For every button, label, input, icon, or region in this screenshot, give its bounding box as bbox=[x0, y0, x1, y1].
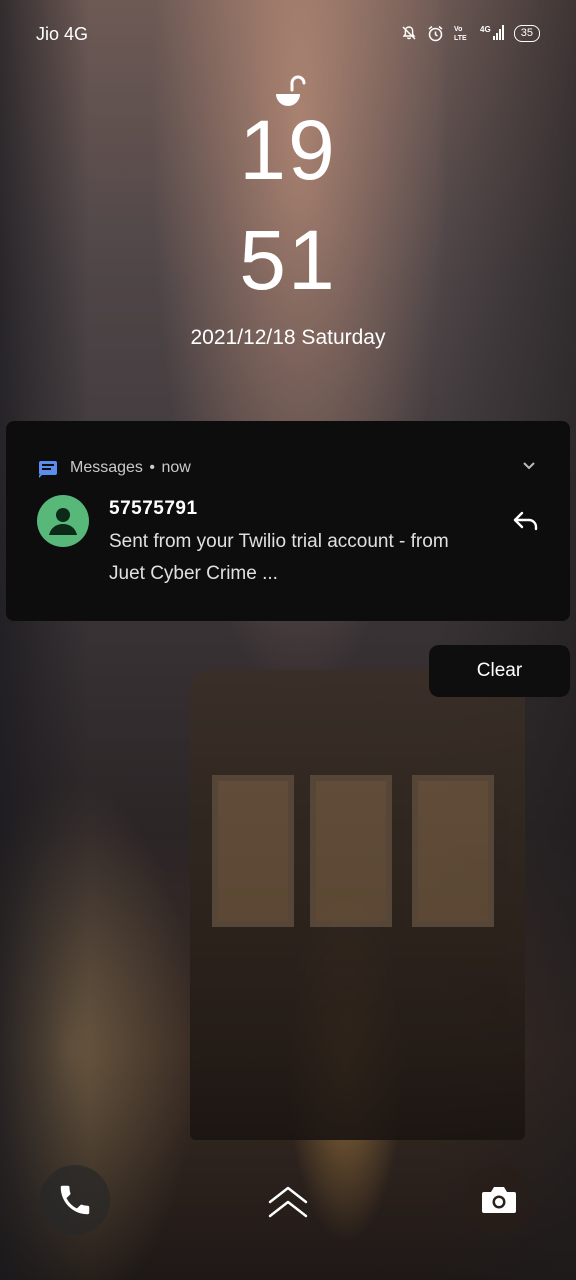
swipe-up-icon[interactable] bbox=[266, 1184, 310, 1220]
notification-sender: 57575791 bbox=[109, 498, 198, 519]
notification-separator: • bbox=[149, 459, 155, 476]
camera-button[interactable] bbox=[464, 1165, 534, 1235]
carrier-label: Jio 4G bbox=[36, 24, 89, 44]
notification-body-line-2: Juet Cyber Crime ... bbox=[109, 563, 278, 584]
mute-bell-icon bbox=[402, 26, 416, 40]
notification-time: now bbox=[161, 459, 191, 476]
clock-minute: 51 bbox=[239, 213, 337, 307]
notification-header: Messages • now bbox=[70, 459, 191, 477]
wallpaper-tram-window bbox=[310, 775, 392, 927]
svg-text:Vo: Vo bbox=[454, 26, 462, 33]
camera-icon bbox=[482, 1187, 516, 1213]
clear-button[interactable]: Clear bbox=[429, 645, 570, 697]
reply-icon[interactable] bbox=[512, 510, 540, 532]
messages-app-icon bbox=[39, 461, 57, 478]
clock-hour: 19 bbox=[239, 103, 337, 197]
person-icon bbox=[49, 508, 77, 535]
wallpaper-tram-window bbox=[412, 775, 494, 927]
status-bar: Jio 4G Vo LTE 4G 35 bbox=[0, 0, 576, 70]
wallpaper-shade-left bbox=[0, 0, 90, 1280]
wallpaper-tram bbox=[190, 670, 525, 1140]
wallpaper-tram-window bbox=[212, 775, 294, 927]
date-label: 2021/12/18 Saturday bbox=[190, 326, 386, 349]
alarm-icon bbox=[428, 25, 443, 41]
status-icons: Vo LTE 4G 35 bbox=[401, 24, 540, 42]
notification-app-name: Messages bbox=[70, 459, 143, 476]
notification-body-line-1: Sent from your Twilio trial account - fr… bbox=[109, 531, 449, 552]
svg-text:LTE: LTE bbox=[454, 35, 467, 42]
phone-icon bbox=[60, 1185, 90, 1215]
battery-icon: 35 bbox=[513, 24, 540, 42]
signal-4g-icon: 4G bbox=[480, 25, 504, 40]
volte-icon: Vo LTE bbox=[454, 26, 467, 42]
phone-button[interactable] bbox=[40, 1165, 110, 1235]
chevron-down-icon[interactable] bbox=[522, 461, 536, 471]
notification-body: Sent from your Twilio trial account - fr… bbox=[109, 526, 499, 590]
message-notification[interactable]: Messages • now 57575791 Sent from your T… bbox=[6, 421, 570, 621]
avatar bbox=[37, 495, 89, 547]
svg-text:4G: 4G bbox=[480, 25, 491, 34]
